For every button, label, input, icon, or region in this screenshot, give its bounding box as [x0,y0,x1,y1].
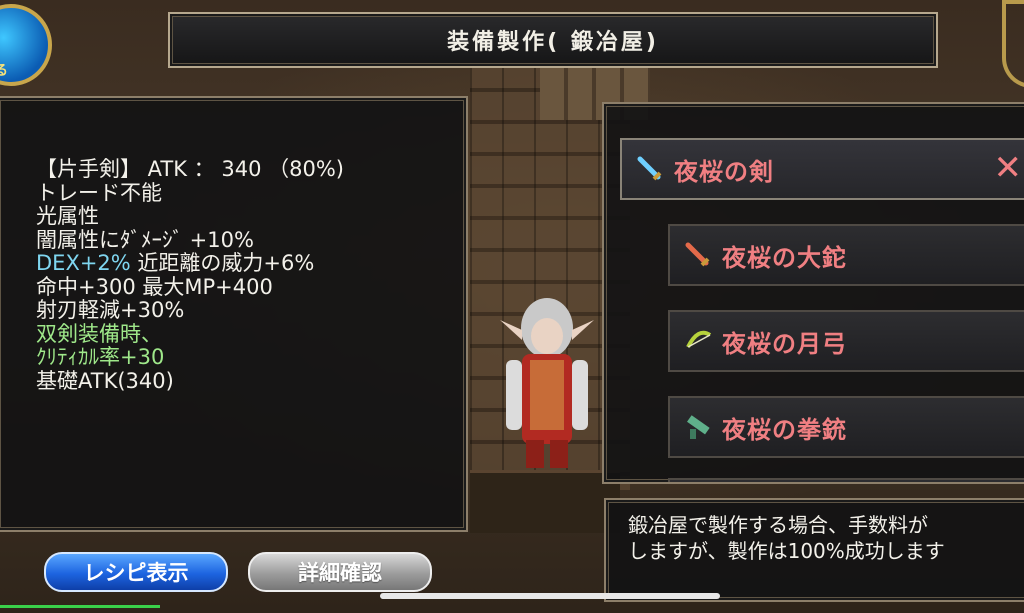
recipe-item-label: 夜桜の大鉈 [722,243,847,272]
page-title: 装備製作( 鍛冶屋) [447,30,659,55]
recipe-display-button[interactable]: レシピ表示 [44,552,228,592]
item-stats: 【片手剣】 ATK ： 340 （80%) トレード不能 光属性 闇属性にﾀﾞﾒ… [36,157,344,393]
recipe-list-panel: 夜桜の剣 ✕ 夜桜の大鉈 夜桜の月弓 夜桜の拳銃 [602,102,1024,484]
message-panel: 鍛冶屋で製作する場合、手数料が しますが、製作は100%成功します [604,498,1024,602]
title-bar: 装備製作( 鍛冶屋) [168,12,938,68]
recipe-item-partial[interactable] [668,478,1024,482]
home-indicator[interactable] [380,593,720,599]
background-desk [470,470,620,533]
message-text: 鍛冶屋で製作する場合、手数料が しますが、製作は100%成功します [628,512,945,564]
stat-line: 光属性 [36,204,99,228]
close-icon[interactable]: ✕ [994,148,1023,188]
sword-icon [637,156,662,181]
stat-dex: DEX+2% [36,251,131,275]
stat-line: 射刃軽減+30% [36,298,185,322]
progress-bar [0,605,160,608]
stat-melee-power: 近距離の威力+6% [130,251,315,275]
stat-line-set-bonus: ｸﾘﾃｨｶﾙ率+30 [36,345,165,369]
stat-line: DEX+2% 近距離の威力+6% [36,251,344,276]
recipe-item[interactable]: 夜桜の大鉈 [668,224,1024,286]
stat-line-set-bonus: 双剣装備時、 [36,321,162,346]
stat-line: 基礎ATK(340) [36,368,174,393]
great-sword-icon [685,242,710,267]
bow-icon [686,330,712,348]
stat-line: 命中+300 最大MP+400 [36,274,273,299]
blacksmith-npc [500,298,594,468]
message-line: しますが、製作は100%成功します [628,539,945,563]
recipe-item[interactable]: 夜桜の拳銃 [668,396,1024,458]
recipe-item-selected[interactable]: 夜桜の剣 ✕ [620,138,1024,200]
message-line: 鍛冶屋で製作する場合、手数料が [628,513,928,537]
gun-icon [687,415,710,439]
recipe-item-label: 夜桜の月弓 [722,329,847,358]
back-button-label: る [0,63,8,79]
recipe-item-label: 夜桜の剣 [674,157,774,186]
stat-line: 【片手剣】 ATK ： 340 （80%) [36,157,344,181]
stat-line: 闇属性にﾀﾞﾒｰｼﾞ +10% [36,227,254,252]
stat-line: トレード不能 [36,180,162,205]
detail-confirm-button[interactable]: 詳細確認 [248,552,432,592]
item-info-panel: 【片手剣】 ATK ： 340 （80%) トレード不能 光属性 闇属性にﾀﾞﾒ… [0,96,468,532]
recipe-item-label: 夜桜の拳銃 [722,415,847,444]
recipe-item[interactable]: 夜桜の月弓 [668,310,1024,372]
